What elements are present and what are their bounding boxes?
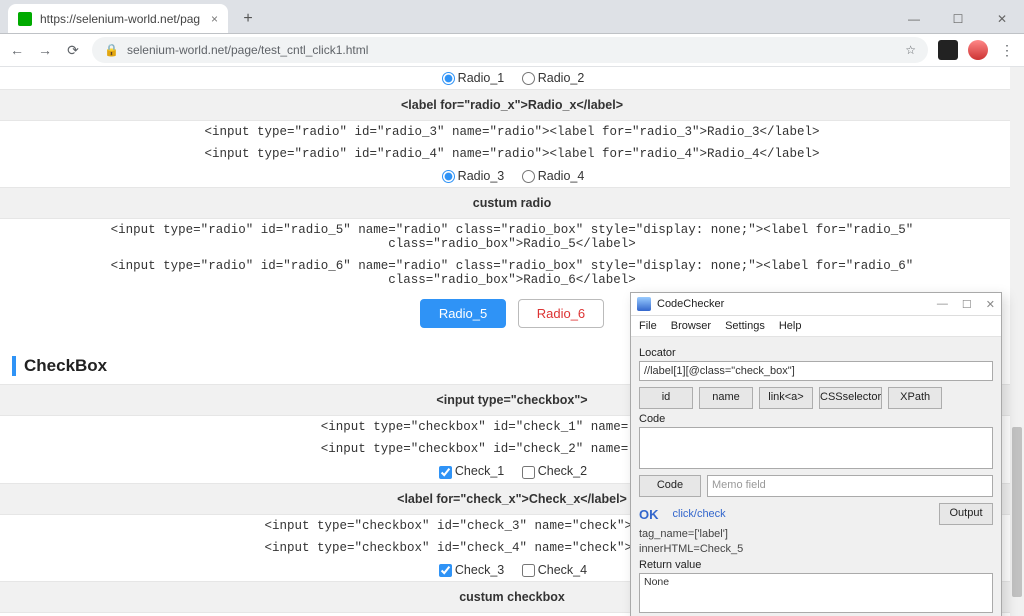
popup-minimize-icon[interactable]: — <box>937 298 948 311</box>
extension-icon[interactable] <box>938 40 958 60</box>
label-code: Code <box>639 413 993 425</box>
menu-help[interactable]: Help <box>779 320 802 332</box>
btn-output[interactable]: Output <box>939 503 993 525</box>
lock-icon: 🔒 <box>104 43 119 57</box>
codechecker-window: CodeChecker — ☐ ✕ File Browser Settings … <box>630 292 1002 616</box>
section-custom-radio: custum radio <box>0 187 1024 219</box>
popup-maximize-icon[interactable]: ☐ <box>962 298 972 311</box>
popup-title: CodeChecker <box>657 298 724 310</box>
radio-4-label: Radio_4 <box>538 169 585 183</box>
btn-css[interactable]: CSSselector <box>819 387 882 409</box>
radio-2-label: Radio_2 <box>538 71 585 85</box>
btn-code[interactable]: Code <box>639 475 701 497</box>
code-radio-3: <input type="radio" id="radio_3" name="r… <box>0 121 1024 143</box>
browser-tab-strip: https://selenium-world.net/pag × + — ☐ ✕ <box>0 0 1024 34</box>
menu-browser[interactable]: Browser <box>671 320 711 332</box>
menu-settings[interactable]: Settings <box>725 320 765 332</box>
avatar-icon[interactable] <box>968 40 988 60</box>
browser-toolbar: ← → ⟳ 🔒 selenium-world.net/page/test_cnt… <box>0 34 1024 67</box>
tab-title: https://selenium-world.net/pag <box>40 12 200 26</box>
result-innerhtml: innerHTML=Check_5 <box>639 543 993 555</box>
radio-1[interactable] <box>442 72 455 85</box>
code-input[interactable] <box>639 427 993 469</box>
accent-bar-icon <box>12 356 16 376</box>
check-4-label: Check_4 <box>538 563 587 577</box>
check-1-label: Check_1 <box>455 464 504 478</box>
status-ok: OK <box>639 507 659 522</box>
radio-2[interactable] <box>522 72 535 85</box>
star-icon[interactable]: ☆ <box>905 43 916 57</box>
radio-3[interactable] <box>442 170 455 183</box>
check-2[interactable] <box>522 466 535 479</box>
menu-file[interactable]: File <box>639 320 657 332</box>
radio-3-label: Radio_3 <box>458 169 505 183</box>
check-3-label: Check_3 <box>455 563 504 577</box>
code-radio-5: <input type="radio" id="radio_5" name="r… <box>0 219 1024 255</box>
reload-icon[interactable]: ⟳ <box>64 42 82 59</box>
check-1[interactable] <box>439 466 452 479</box>
check-3[interactable] <box>439 564 452 577</box>
return-value-text: None <box>644 576 669 588</box>
section-title-text: CheckBox <box>24 356 107 376</box>
section-label-radio: <label for="radio_x">Radio_x</label> <box>0 89 1024 121</box>
return-value-area[interactable]: None <box>639 573 993 613</box>
favicon-icon <box>18 12 32 26</box>
locator-input[interactable] <box>639 361 993 381</box>
status-action: click/check <box>673 508 726 520</box>
app-icon <box>637 297 651 311</box>
window-minimize-icon[interactable]: — <box>892 5 936 33</box>
window-close-icon[interactable]: ✕ <box>980 5 1024 33</box>
browser-tab[interactable]: https://selenium-world.net/pag × <box>8 4 228 33</box>
radio-6-button[interactable]: Radio_6 <box>518 299 604 328</box>
radio-1-label: Radio_1 <box>458 71 505 85</box>
code-radio-6: <input type="radio" id="radio_6" name="r… <box>0 255 1024 291</box>
menu-icon[interactable]: ⋮ <box>998 42 1016 59</box>
btn-name[interactable]: name <box>699 387 753 409</box>
window-maximize-icon[interactable]: ☐ <box>936 5 980 33</box>
memo-field[interactable]: Memo field <box>707 475 993 497</box>
url-text: selenium-world.net/page/test_cntl_click1… <box>127 43 368 57</box>
check-4[interactable] <box>522 564 535 577</box>
radio-5-button[interactable]: Radio_5 <box>420 299 506 328</box>
popup-titlebar[interactable]: CodeChecker — ☐ ✕ <box>631 293 1001 316</box>
btn-link[interactable]: link<a> <box>759 387 813 409</box>
result-tagname: tag_name=['label'] <box>639 528 993 540</box>
address-bar[interactable]: 🔒 selenium-world.net/page/test_cntl_clic… <box>92 37 928 63</box>
page-scrollbar[interactable] <box>1010 67 1024 616</box>
btn-xpath[interactable]: XPath <box>888 387 942 409</box>
popup-menubar: File Browser Settings Help <box>631 316 1001 337</box>
back-icon[interactable]: ← <box>8 42 26 58</box>
label-locator: Locator <box>639 347 993 359</box>
label-return: Return value <box>639 559 993 571</box>
scroll-thumb[interactable] <box>1012 427 1022 597</box>
forward-icon[interactable]: → <box>36 42 54 58</box>
radio-4[interactable] <box>522 170 535 183</box>
btn-id[interactable]: id <box>639 387 693 409</box>
close-tab-icon[interactable]: × <box>211 12 218 26</box>
popup-close-icon[interactable]: ✕ <box>986 298 995 311</box>
code-radio-4: <input type="radio" id="radio_4" name="r… <box>0 143 1024 165</box>
new-tab-button[interactable]: + <box>234 5 262 33</box>
check-2-label: Check_2 <box>538 464 587 478</box>
